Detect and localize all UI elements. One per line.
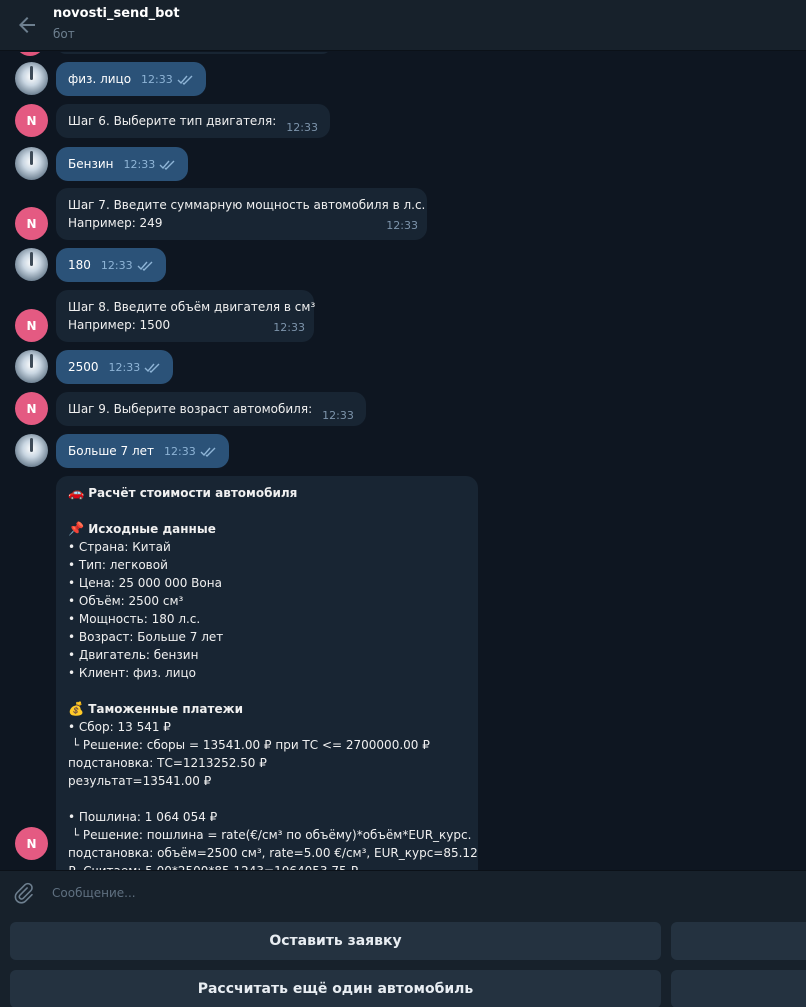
double-check-icon [177, 75, 193, 85]
message-time: 12:33 [386, 219, 418, 232]
chat-subtitle: бот [53, 27, 75, 41]
double-check-icon [159, 160, 175, 170]
fee-line: • Сбор: 13 541 ₽ [68, 720, 171, 734]
double-check-icon [200, 447, 216, 457]
message-text-line: Шаг 8. Введите объём двигателя в см³ [68, 300, 316, 314]
back-arrow-icon[interactable] [15, 13, 39, 37]
bot-avatar[interactable]: N [15, 827, 48, 860]
recalculate-button[interactable]: Рассчитать ещё один автомобиль [10, 970, 661, 1007]
bot-avatar[interactable] [15, 52, 45, 56]
message-composer [0, 870, 806, 914]
bot-avatar[interactable]: N [15, 104, 48, 137]
message-bubble [56, 52, 332, 54]
bot-keyboard: Оставить заявку Рассчитать ещё один авто… [0, 914, 806, 1007]
user-avatar[interactable] [15, 248, 48, 281]
message-time: 12:33 [273, 321, 305, 334]
message-text: Бензин [68, 157, 114, 171]
message-time: 12:33 [164, 445, 196, 458]
message-bubble: Больше 7 лет 12:33 [56, 434, 229, 468]
source-line: • Клиент: физ. лицо [68, 666, 197, 680]
duty-line: └ Решение: пошлина = rate(€/см³ по объём… [68, 828, 472, 842]
duty-line: подстановка: объём=2500 см³, rate=5.00 €… [68, 846, 478, 860]
message-bubble: 180 12:33 [56, 248, 166, 282]
message-text: Шаг 6. Выберите тип двигателя: [68, 114, 277, 128]
message-bubble: Шаг 9. Выберите возраст автомобиля: 12:33 [56, 392, 366, 426]
message-time: 12:33 [286, 121, 318, 134]
message-text: Шаг 9. Выберите возраст автомобиля: [68, 402, 313, 416]
car-icon: 🚗 [68, 486, 85, 501]
double-check-icon [137, 261, 153, 271]
fee-line: подстановка: ТС=1213252.50 ₽ [68, 756, 267, 770]
source-line: • Тип: легковой [68, 558, 168, 572]
source-line: • Объём: 2500 см³ [68, 594, 184, 608]
message-bubble: Шаг 6. Выберите тип двигателя: 12:33 [56, 104, 330, 138]
message-time: 12:33 [322, 409, 354, 422]
message-time: 12:33 [108, 361, 141, 374]
message-text: физ. лицо [68, 72, 132, 86]
message-bubble: Бензин 12:33 [56, 147, 189, 181]
result-title: Расчёт стоимости автомобиля [88, 486, 298, 500]
message-bubble: Шаг 8. Введите объём двигателя в см³ Нап… [56, 290, 316, 342]
message-input[interactable] [52, 881, 772, 905]
user-avatar[interactable] [15, 434, 48, 467]
message-bubble: физ. лицо 12:33 [56, 62, 206, 96]
user-avatar[interactable] [15, 350, 48, 383]
message-text-line: Например: 1500 [68, 318, 171, 332]
duty-line: • Пошлина: 1 064 054 ₽ [68, 810, 218, 824]
user-avatar[interactable] [15, 62, 48, 95]
customs-heading-line: 💰 Таможенные платежи [68, 700, 466, 718]
message-text-line: Например: 249 [68, 216, 163, 230]
calculation-result-message: 🚗 Расчёт стоимости автомобиля 📌 Исходные д… [56, 476, 478, 870]
bot-avatar[interactable]: N [15, 392, 48, 425]
source-heading: Исходные данные [88, 522, 216, 536]
pushpin-icon: 📌 [68, 522, 85, 537]
message-bubble: Шаг 7. Введите суммарную мощность автомо… [56, 188, 427, 240]
message-text-line: Шаг 7. Введите суммарную мощность автомо… [68, 198, 426, 212]
message-time: 12:33 [141, 73, 173, 86]
user-avatar[interactable] [15, 147, 48, 180]
message-text: 180 [68, 258, 91, 272]
bot-avatar[interactable]: N [15, 309, 48, 342]
money-bag-icon: 💰 [68, 702, 85, 717]
message-bubble: 2500 12:33 [56, 350, 174, 384]
source-heading-line: 📌 Исходные данные [68, 520, 466, 538]
fee-line: └ Решение: сборы = 13541.00 ₽ при ТС <= … [68, 738, 430, 752]
message-text: Больше 7 лет [68, 444, 154, 458]
message-time: 12:33 [100, 259, 133, 272]
chat-title[interactable]: novosti_send_bot [53, 6, 180, 21]
message-time: 12:33 [123, 158, 156, 171]
paperclip-icon[interactable] [12, 882, 34, 904]
source-line: • Возраст: Больше 7 лет [68, 630, 224, 644]
chat-header: novosti_send_bot бот [0, 0, 806, 51]
message-list[interactable]: физ. лицо 12:33 N Шаг 6. Выберите тип дви… [0, 52, 806, 870]
duty-line: ₽. Считаем: 5.00*2500*85.1243=1064053.75… [68, 862, 466, 870]
double-check-icon [144, 363, 160, 373]
source-line: • Двигатель: бензин [68, 648, 199, 662]
leave-request-button[interactable]: Оставить заявку [10, 922, 661, 960]
keyboard-button[interactable] [671, 970, 806, 1007]
bot-avatar[interactable]: N [15, 207, 48, 240]
source-line: • Страна: Китай [68, 540, 171, 554]
source-line: • Цена: 25 000 000 Вона [68, 576, 222, 590]
message-text: 2500 [68, 360, 99, 374]
source-line: • Мощность: 180 л.с. [68, 612, 201, 626]
fee-line: результат=13541.00 ₽ [68, 774, 212, 788]
customs-heading: Таможенные платежи [88, 702, 243, 716]
keyboard-button[interactable] [671, 922, 806, 960]
result-title-line: 🚗 Расчёт стоимости автомобиля [68, 484, 466, 502]
